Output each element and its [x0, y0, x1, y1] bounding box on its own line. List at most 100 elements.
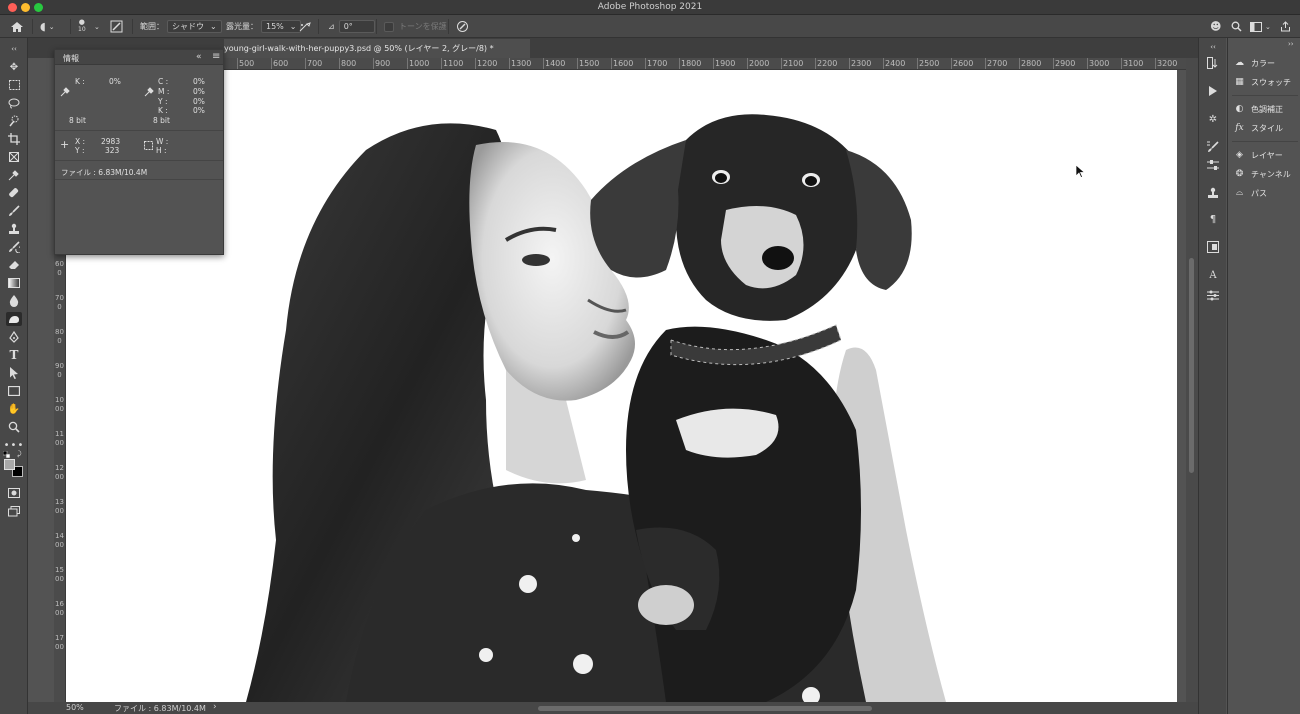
share-icon — [1281, 21, 1290, 32]
zoom-level[interactable]: 50% — [66, 703, 84, 712]
search-button[interactable] — [1231, 19, 1242, 34]
adjustments-panel-tab[interactable]: ◐ 色調補正 — [1234, 102, 1283, 116]
quick-mask-button[interactable] — [6, 486, 22, 500]
ruler-tick-mark — [985, 58, 986, 69]
brushes-panel-button[interactable] — [1205, 140, 1221, 154]
exposure-field[interactable]: 15% ⌄ — [261, 20, 302, 33]
k-value: 0% — [109, 77, 121, 86]
tool-preset-picker[interactable]: ◖ ⌄ — [40, 19, 55, 34]
panel-dock-collapse[interactable]: ›› — [1288, 40, 1294, 48]
range-select[interactable]: シャドウ ⌄ — [167, 20, 222, 33]
glyphs-panel-button[interactable] — [1205, 240, 1221, 254]
quick-selection-tool[interactable] — [6, 114, 22, 128]
document-tab[interactable]: young-girl-walk-with-her-puppy3.psd @ 50… — [224, 39, 530, 58]
color-panel-tab[interactable]: ☁ カラー — [1234, 56, 1275, 70]
ruler-tick-label: 1300 — [55, 498, 64, 515]
ruler-tick-mark — [509, 58, 510, 69]
glyphs-icon — [1207, 241, 1219, 253]
pen-tool[interactable] — [6, 330, 22, 344]
panel-menu-icon[interactable]: ≡ — [212, 51, 220, 62]
paragraph-panel-button[interactable]: ¶ — [1205, 212, 1221, 226]
history-icon — [1207, 57, 1218, 69]
frame-tool[interactable] — [6, 150, 22, 164]
swatches-panel-label: スウォッチ — [1251, 77, 1291, 87]
airbrush-toggle[interactable] — [298, 19, 312, 34]
zoom-tool[interactable] — [6, 420, 22, 434]
status-file-info[interactable]: ファイル : 6.83M/10.4M — [114, 703, 206, 714]
eraser-tool[interactable] — [6, 258, 22, 272]
document-canvas[interactable] — [66, 70, 1177, 702]
icon-column-collapse[interactable]: ‹‹ — [1205, 40, 1221, 54]
adjustment-presets-button[interactable] — [1205, 288, 1221, 302]
tools-collapse-toggle[interactable]: ‹‹ — [6, 42, 22, 56]
ruler-tick-mark — [1155, 58, 1156, 69]
exposure-label: 露光量： — [226, 22, 258, 31]
brush-tool[interactable] — [6, 204, 22, 218]
gradient-tool[interactable] — [6, 276, 22, 290]
swatches-panel-tab[interactable]: ▦ スウォッチ — [1234, 75, 1291, 89]
rectangle-tool[interactable] — [6, 384, 22, 398]
brush-picker-chevron[interactable]: ⌄ — [94, 19, 100, 34]
character-a-icon: A — [1209, 269, 1217, 281]
path-selection-tool[interactable] — [6, 366, 22, 380]
paths-panel-label: パス — [1251, 188, 1267, 198]
bandage-icon — [9, 188, 19, 198]
lasso-tool[interactable] — [6, 96, 22, 110]
healing-brush-tool[interactable] — [6, 186, 22, 200]
clone-stamp-tool[interactable] — [6, 222, 22, 236]
paths-panel-tab[interactable]: ⌓ パス — [1234, 186, 1267, 200]
ruler-tick-label: 1100 — [443, 59, 464, 68]
foreground-color-swatch[interactable] — [4, 459, 15, 470]
dodge-burn-tool[interactable] — [6, 312, 22, 326]
quick-selection-icon — [9, 115, 19, 127]
marquee-tool[interactable] — [6, 78, 22, 92]
angle-field[interactable]: 0° — [338, 20, 375, 33]
actions-panel-button[interactable] — [1205, 84, 1221, 98]
pressure-size-toggle[interactable] — [456, 19, 469, 34]
horizontal-scroll-thumb[interactable] — [538, 706, 872, 711]
home-button[interactable] — [10, 19, 24, 34]
vertical-scroll-thumb[interactable] — [1189, 258, 1194, 473]
crop-tool[interactable] — [6, 132, 22, 146]
search-icon — [1231, 21, 1242, 32]
status-menu-arrow-icon[interactable]: › — [213, 702, 217, 712]
pen-nib-icon — [9, 331, 19, 343]
history-brush-tool[interactable] — [6, 240, 22, 254]
ruler-tick-label: 2900 — [1055, 59, 1076, 68]
protect-tones-checkbox[interactable] — [384, 21, 394, 32]
layers-panel-tab[interactable]: ◈ レイヤー — [1234, 148, 1283, 162]
ruler-tick-label: 800 — [341, 59, 357, 68]
share-button[interactable] — [1280, 19, 1291, 34]
default-colors-button[interactable] — [2, 450, 11, 459]
clone-source-panel-button[interactable] — [1205, 186, 1221, 200]
styles-panel-tab[interactable]: fx スタイル — [1234, 121, 1283, 135]
ruler-tick-label: 1500 — [579, 59, 600, 68]
ruler-tick-label: 2000 — [749, 59, 770, 68]
ruler-tick-label: 1300 — [511, 59, 532, 68]
eyedropper-tool[interactable] — [6, 168, 22, 182]
type-tool[interactable]: T — [6, 348, 22, 362]
channels-panel-tab[interactable]: ❂ チャンネル — [1234, 167, 1291, 181]
blur-tool[interactable] — [6, 294, 22, 308]
ruler-tick-label: 700 — [307, 59, 323, 68]
swap-colors-button[interactable]: ⤸ — [17, 450, 24, 458]
ruler-tick-label: 1000 — [409, 59, 430, 68]
brush-settings-panel-button[interactable]: ✲ — [1205, 112, 1221, 126]
history-panel-button[interactable] — [1205, 56, 1221, 70]
screen-mode-button[interactable] — [6, 504, 22, 518]
collapse-panel-icon[interactable]: « — [196, 52, 202, 62]
ruler-tick-mark — [747, 58, 748, 69]
y-label: Y : — [158, 97, 168, 106]
brush-settings-toggle[interactable] — [110, 19, 123, 34]
brush-size-picker[interactable]: ● 10 — [78, 19, 86, 34]
vertical-scrollbar[interactable] — [1186, 58, 1198, 702]
workspace-switcher[interactable]: ⌄ — [1250, 19, 1271, 34]
cloud-user-button[interactable]: ☻ — [1210, 19, 1221, 34]
character-panel-button[interactable]: A — [1205, 268, 1221, 282]
mouse-pointer — [1075, 164, 1086, 178]
crop-icon — [8, 133, 20, 145]
ruler-tick-label: 3100 — [1123, 59, 1144, 68]
move-tool[interactable]: ✥ — [6, 60, 22, 74]
hand-tool[interactable]: ✋ — [6, 402, 22, 416]
properties-panel-button[interactable] — [1205, 158, 1221, 172]
